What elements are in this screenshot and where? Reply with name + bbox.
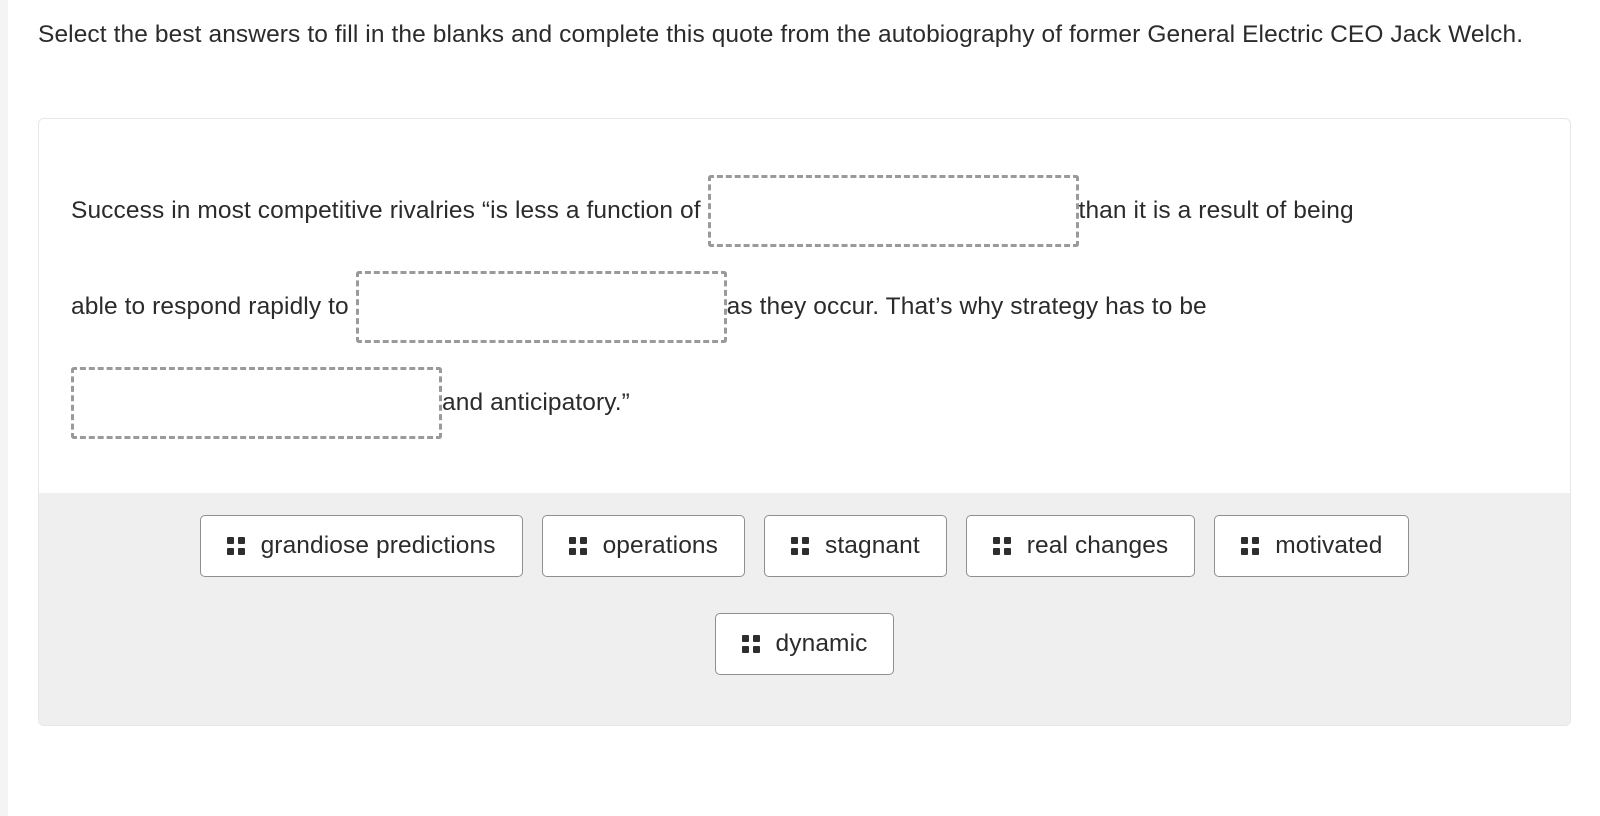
quote-line-1-post-text: than it is a result of being — [1078, 197, 1354, 225]
page-edge-strip — [0, 0, 8, 816]
blank-dropzone-1[interactable] — [707, 175, 1079, 247]
drag-handle-icon[interactable] — [568, 537, 587, 555]
drag-handle-icon[interactable] — [741, 635, 760, 653]
answer-bank: grandiose predictions operations stagnant r… — [39, 493, 1570, 725]
quote-line-2-pre-text: able to respond rapidly to — [71, 293, 356, 321]
fill-in-the-blank-card: Success in most competitive rivalries “i… — [38, 118, 1571, 726]
answer-chip-label: stagnant — [825, 532, 920, 559]
drag-handle-icon[interactable] — [791, 537, 809, 555]
answer-chip[interactable]: motivated — [1214, 515, 1410, 577]
quote-line-2: able to respond rapidly to as they occur… — [71, 259, 1538, 355]
quote-line-2-post-text: as they occur. That’s why strategy has t… — [726, 293, 1207, 321]
quote-line-3-post-text: and anticipatory.” — [442, 389, 630, 417]
quote-line-1-pre-text: Success in most competitive rivalries “i… — [71, 197, 708, 225]
answer-chip[interactable]: dynamic — [714, 613, 895, 675]
answer-chip-label: operations — [602, 532, 718, 559]
answer-chip-label: grandiose predictions — [260, 532, 496, 559]
quote-line-1: Success in most competitive rivalries “i… — [71, 163, 1538, 259]
answer-chip-label: motivated — [1275, 532, 1383, 559]
blank-dropzone-3[interactable] — [71, 367, 442, 439]
quote-line-3: and anticipatory.” — [71, 355, 1538, 451]
drag-handle-icon[interactable] — [992, 537, 1011, 555]
answer-chip[interactable]: operations — [541, 515, 745, 577]
answer-chip[interactable]: real changes — [965, 515, 1196, 577]
question-prompt: Select the best answers to fill in the b… — [38, 21, 1524, 48]
answer-chip-label: real changes — [1026, 532, 1169, 559]
answer-chip[interactable]: grandiose predictions — [199, 515, 523, 577]
drag-handle-icon[interactable] — [226, 537, 245, 555]
blank-dropzone-2[interactable] — [355, 271, 727, 343]
quote-area: Success in most competitive rivalries “i… — [39, 119, 1570, 493]
question-page: Select the best answers to fill in the b… — [8, 0, 1600, 816]
drag-handle-icon[interactable] — [1241, 537, 1260, 555]
answer-chip[interactable]: stagnant — [764, 515, 947, 577]
answer-chip-label: dynamic — [775, 630, 868, 657]
